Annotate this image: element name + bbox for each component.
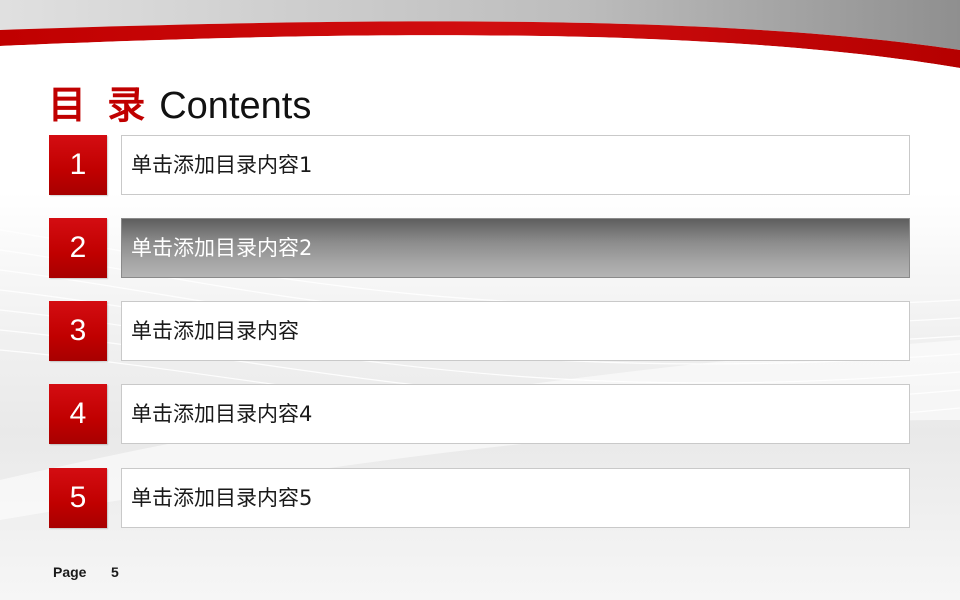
- toc-number-5: 5: [49, 468, 107, 528]
- page-label: Page: [53, 564, 87, 580]
- toc-number-2: 2: [49, 218, 107, 278]
- toc-item-5[interactable]: 5 单击添加目录内容5: [49, 468, 912, 530]
- toc-number-4: 4: [49, 384, 107, 444]
- title-english: Contents: [159, 85, 312, 127]
- toc-item-1[interactable]: 1 单击添加目录内容1: [49, 135, 912, 197]
- slide: 目 录 Contents 1 单击添加目录内容1 2 单击添加目录内容2 3 单…: [0, 0, 960, 600]
- toc-item-4[interactable]: 4 单击添加目录内容4: [49, 384, 912, 446]
- toc-label-1[interactable]: 单击添加目录内容1: [121, 135, 910, 195]
- toc-number-3: 3: [49, 301, 107, 361]
- title-chinese: 目 录: [48, 83, 150, 127]
- toc-label-5[interactable]: 单击添加目录内容5: [121, 468, 910, 528]
- toc-label-3[interactable]: 单击添加目录内容: [121, 301, 910, 361]
- toc-label-4[interactable]: 单击添加目录内容4: [121, 384, 910, 444]
- page-number: 5: [111, 564, 119, 580]
- toc-label-2[interactable]: 单击添加目录内容2: [121, 218, 910, 278]
- toc-item-3[interactable]: 3 单击添加目录内容: [49, 301, 912, 363]
- toc-item-2[interactable]: 2 单击添加目录内容2: [49, 218, 912, 280]
- toc-number-1: 1: [49, 135, 107, 195]
- page-title: 目 录 Contents: [48, 74, 311, 127]
